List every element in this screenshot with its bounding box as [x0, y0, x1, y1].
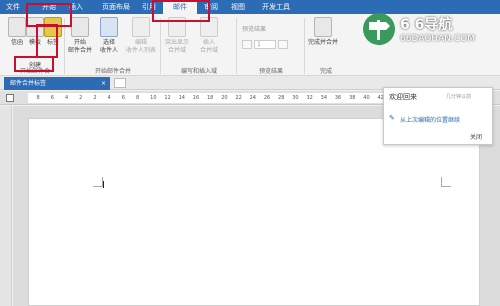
- ruler-tick: 2: [93, 95, 97, 101]
- ruler-tick: 32: [306, 95, 313, 101]
- tab-file[interactable]: 文件: [2, 0, 24, 14]
- select-recipients-button[interactable]: 选择 收件人: [96, 17, 122, 55]
- edit-label: 编辑: [134, 39, 147, 46]
- ruler-tick: 30: [292, 95, 299, 101]
- site-watermark: 6 6导航 66DAOHAN.COM: [362, 12, 482, 54]
- group-separator: [304, 18, 305, 74]
- document-page[interactable]: [28, 118, 480, 306]
- edit-list-icon: [132, 17, 150, 37]
- recipients-icon: [100, 17, 118, 37]
- popup-title: 欢迎回来: [389, 93, 417, 101]
- group-label-write-insert: 编写和插入域: [180, 68, 217, 75]
- mail-merge-icon: [71, 17, 89, 37]
- tab-page-layout[interactable]: 页面布局: [96, 0, 136, 14]
- watermark-url: 66DAOHAN.COM: [400, 34, 475, 44]
- edit-recipients-button[interactable]: 编辑 收件人列表: [124, 17, 158, 55]
- ruler-tick: 28: [278, 95, 285, 101]
- ruler-tick: 22: [235, 95, 242, 101]
- ruler-tick: 24: [249, 95, 256, 101]
- welcome-back-popup: 欢迎回来 几分钟以前 ✎ 从上次编辑的位置继续 关闭: [383, 87, 493, 145]
- finish-label: 完成并合并: [308, 39, 339, 46]
- first-record-button[interactable]: [242, 40, 252, 49]
- select-label-2: 收件人: [99, 47, 118, 54]
- group-label-start-merge: 开始邮件合并: [94, 68, 131, 75]
- edit-pencil-icon: ✎: [389, 114, 395, 122]
- group-label-preview: 预览结果: [258, 68, 283, 75]
- resume-link[interactable]: 从上次编辑的位置继续: [400, 115, 460, 124]
- highlight-box-labels-button: [36, 24, 58, 58]
- ruler-tick: 8: [36, 95, 40, 101]
- ruler-tick: 12: [164, 95, 171, 101]
- ruler-track: 8 6 4 2 2 4 6 8 10 12 14 16 18 20 22 24 26 28 30 32 34 36 38 40…: [28, 93, 440, 103]
- highlight-merge-fields-button[interactable]: 突出显示 合并域: [162, 17, 192, 55]
- select-label: 选择: [102, 39, 115, 46]
- corner-mark-top-right: [441, 177, 451, 187]
- start-merge-label: 开始: [73, 39, 86, 46]
- ruler-tick: 34: [320, 95, 328, 101]
- next-record-button[interactable]: [278, 40, 288, 49]
- tab-stop-selector-icon[interactable]: [6, 94, 14, 102]
- close-tab-icon[interactable]: ×: [101, 77, 106, 90]
- group-label-finish: 完成: [319, 68, 332, 75]
- ruler-tick: 4: [107, 95, 111, 101]
- highlight-label: 突出显示: [164, 39, 189, 46]
- corner-mark-top-left: [93, 177, 103, 187]
- vertical-ruler: [0, 106, 12, 306]
- start-merge-label-2: 邮件合并: [67, 47, 92, 54]
- finish-merge-button[interactable]: 完成并合并: [308, 17, 338, 47]
- ruler-tick: 6: [121, 95, 125, 101]
- ruler-tick: 14: [178, 95, 185, 101]
- ruler-tick: 20: [221, 95, 228, 101]
- record-number-input[interactable]: 1: [254, 40, 276, 49]
- text-cursor: [103, 181, 104, 188]
- ruler-tick: 4: [64, 95, 69, 101]
- group-separator: [160, 18, 161, 74]
- group-label-create-text: 创建: [28, 62, 41, 69]
- insert-label: 插入: [202, 39, 215, 46]
- ruler-tick: 6: [50, 95, 54, 101]
- edit-label-2: 收件人列表: [125, 47, 156, 54]
- new-tab-icon[interactable]: [114, 78, 126, 88]
- tab-developer[interactable]: 开发工具: [256, 0, 296, 14]
- watermark-title: 6 6导航: [400, 17, 453, 33]
- signpost-logo-icon: [363, 13, 395, 45]
- document-tab[interactable]: 邮件合并标签 ×: [4, 77, 110, 90]
- group-separator: [236, 18, 237, 74]
- preview-results-button[interactable]: 预览结果: [242, 24, 292, 34]
- ruler-tick: 2: [79, 95, 83, 101]
- highlight-label-2: 合并域: [167, 47, 186, 54]
- ruler-tick: 8: [135, 95, 140, 101]
- popup-close-button[interactable]: 关闭: [470, 132, 482, 141]
- ruler-tick: 18: [207, 95, 214, 101]
- highlight-box-mailings-tab: [152, 0, 210, 22]
- ruler-tick: 16: [192, 95, 200, 101]
- tab-view[interactable]: 视图: [226, 0, 250, 14]
- finish-icon: [314, 17, 332, 37]
- document-tab-label: 邮件合并标签: [10, 80, 47, 87]
- insert-label-2: 合并域: [199, 47, 218, 54]
- ruler-tick: 10: [150, 95, 157, 101]
- popup-subtitle: 几分钟以前: [446, 94, 472, 100]
- ruler-tick: 40: [363, 95, 370, 101]
- ruler-tick: 26: [263, 95, 271, 101]
- ruler-tick: 36: [334, 95, 342, 101]
- insert-merge-field-button[interactable]: 插入 合并域: [194, 17, 224, 55]
- ruler-tick: 38: [349, 95, 356, 101]
